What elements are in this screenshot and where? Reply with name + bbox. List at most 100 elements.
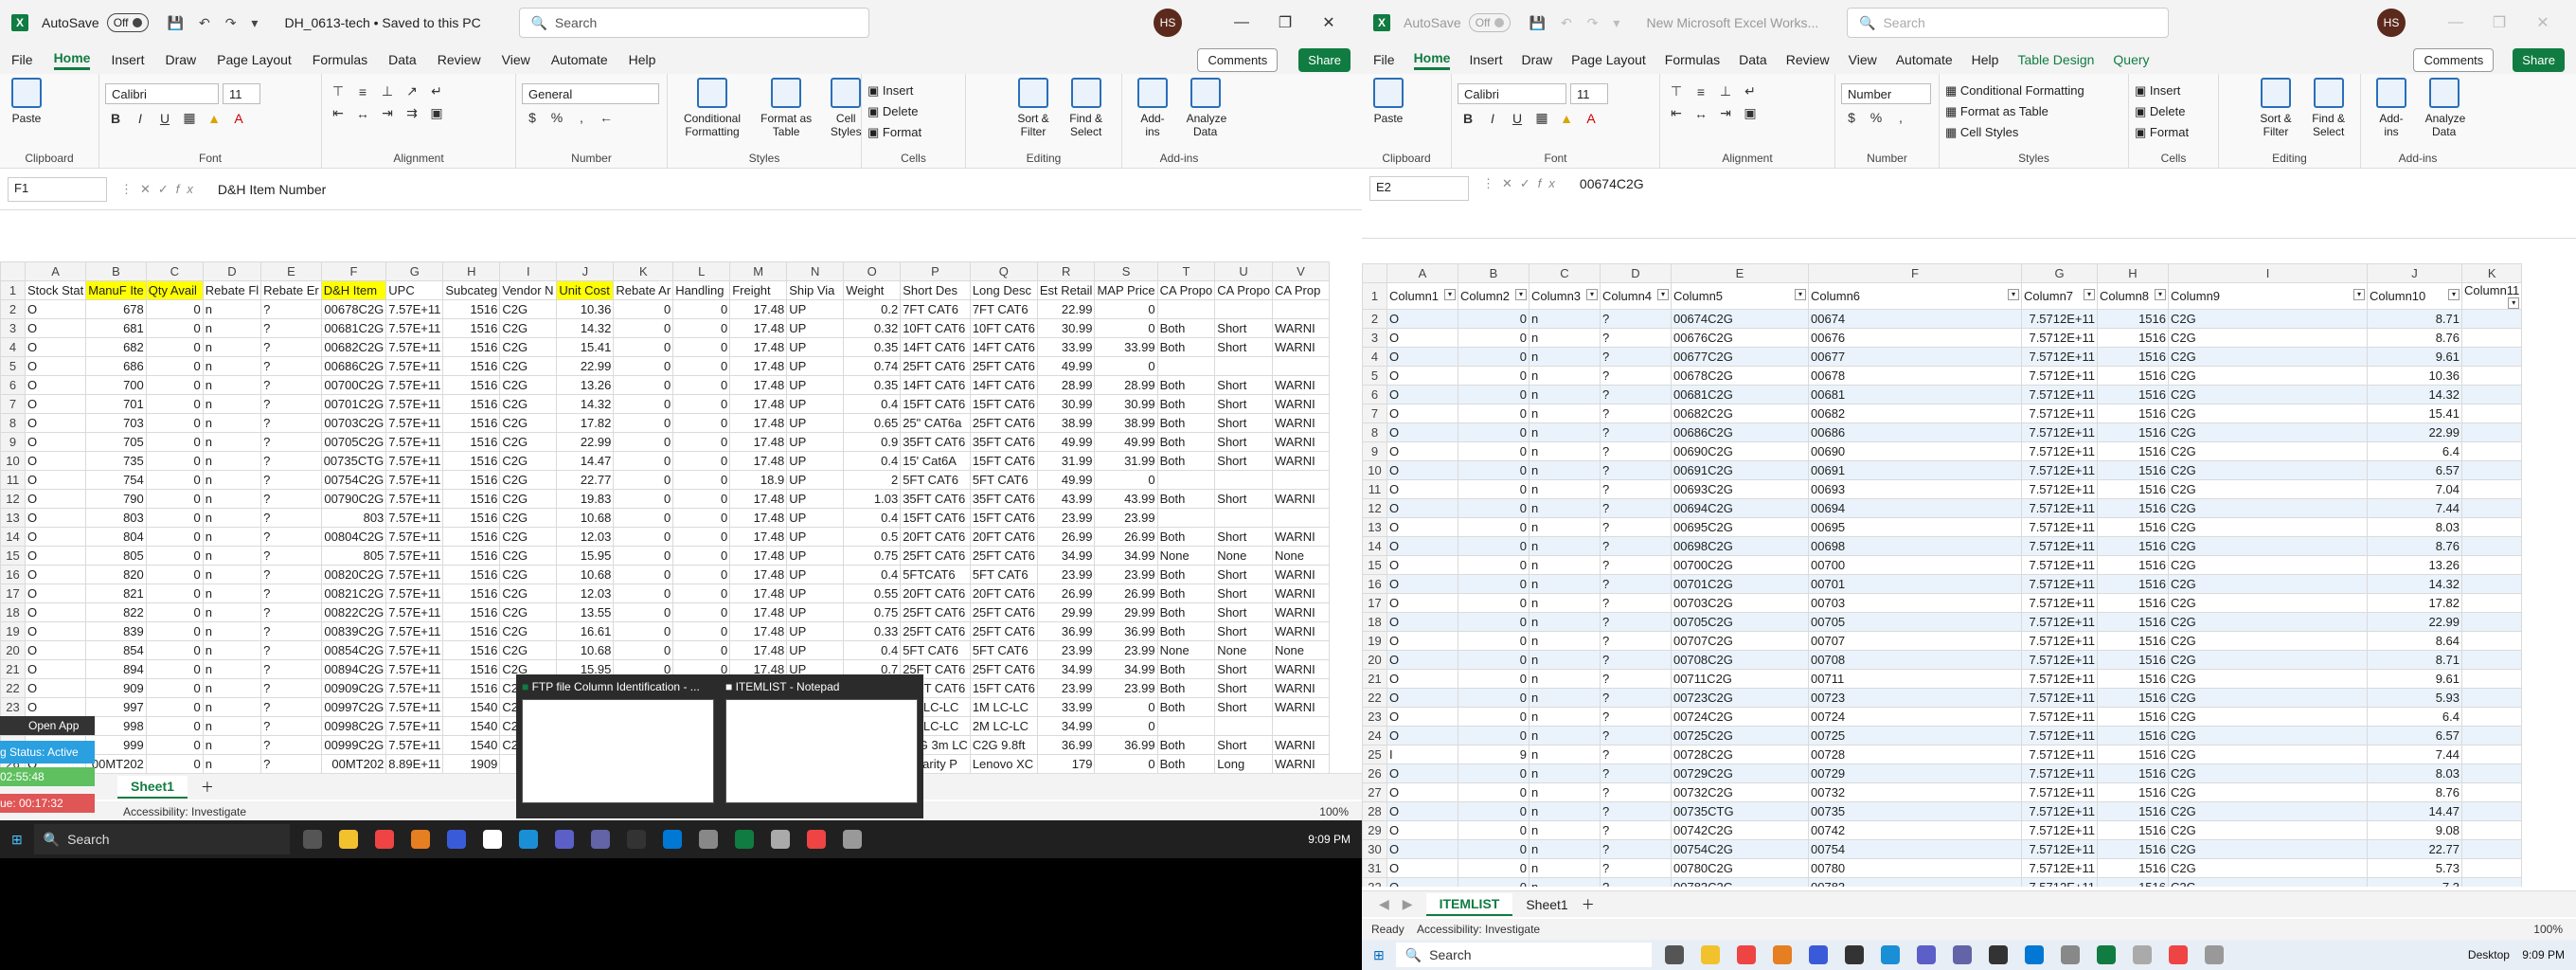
- cell[interactable]: 7.57E+11: [385, 678, 444, 698]
- cell[interactable]: Short: [1214, 489, 1273, 509]
- row-header[interactable]: 17: [0, 584, 26, 603]
- cell[interactable]: 00705: [1808, 612, 2022, 632]
- cell[interactable]: 10FT CAT6: [900, 318, 971, 338]
- cell[interactable]: Short: [1214, 413, 1273, 433]
- cell[interactable]: 0: [1458, 726, 1530, 745]
- cell[interactable]: [2460, 574, 2523, 594]
- cell[interactable]: n: [202, 375, 262, 395]
- cell[interactable]: O: [1386, 309, 1458, 329]
- cell[interactable]: n: [1529, 347, 1601, 367]
- cell[interactable]: None: [1214, 640, 1273, 660]
- cell[interactable]: O: [1386, 650, 1458, 670]
- row-header[interactable]: 23: [1362, 707, 1387, 727]
- cell[interactable]: ?: [260, 489, 322, 509]
- cell[interactable]: Short: [1214, 432, 1273, 452]
- header-cell[interactable]: D&H Item: [320, 280, 387, 300]
- filter-dropdown-icon[interactable]: ▾: [2448, 289, 2460, 300]
- cell[interactable]: ?: [1600, 536, 1672, 556]
- cell[interactable]: C2G: [2168, 763, 2368, 783]
- cell[interactable]: O: [24, 546, 87, 566]
- cell[interactable]: O: [1386, 707, 1458, 727]
- cell[interactable]: 00707C2G: [1671, 631, 1809, 651]
- cell[interactable]: n: [1529, 536, 1601, 556]
- cell[interactable]: n: [202, 451, 262, 471]
- name-box[interactable]: F1: [8, 176, 107, 202]
- filter-dropdown-icon[interactable]: ▾: [1586, 289, 1598, 300]
- cell[interactable]: 00783C2G: [1671, 877, 1809, 887]
- cell[interactable]: 0: [145, 640, 204, 660]
- cell[interactable]: O: [1386, 726, 1458, 745]
- cell[interactable]: C2G: [2168, 612, 2368, 632]
- column-header[interactable]: M: [729, 261, 788, 281]
- cell[interactable]: [2460, 612, 2523, 632]
- cell[interactable]: ?: [1600, 877, 1672, 887]
- avatar[interactable]: HS: [1154, 9, 1182, 37]
- file-explorer-icon[interactable]: [1700, 945, 1720, 964]
- cell[interactable]: 1516: [2097, 631, 2169, 651]
- cell[interactable]: Both: [1156, 413, 1216, 433]
- cell[interactable]: 0: [1458, 347, 1530, 367]
- cell[interactable]: 0: [1458, 707, 1530, 727]
- align-right-icon[interactable]: ⇥: [377, 105, 398, 121]
- cell[interactable]: O: [24, 451, 87, 471]
- cell[interactable]: 7.5712E+11: [2021, 745, 2098, 764]
- cell[interactable]: 7.57E+11: [385, 527, 444, 547]
- cell[interactable]: n: [1529, 707, 1601, 727]
- cell[interactable]: [2460, 441, 2523, 461]
- cell[interactable]: 1516: [442, 640, 501, 660]
- cell[interactable]: 7.5712E+11: [2021, 404, 2098, 423]
- cell[interactable]: O: [1386, 669, 1458, 689]
- cell[interactable]: 998: [85, 716, 147, 736]
- cell[interactable]: O: [1386, 612, 1458, 632]
- cell[interactable]: 7.5712E+11: [2021, 877, 2098, 887]
- cell[interactable]: 00674C2G: [1671, 309, 1809, 329]
- cell[interactable]: 17.48: [729, 584, 788, 603]
- cell[interactable]: 00735CTG: [320, 451, 387, 471]
- cell[interactable]: 00708C2G: [1671, 650, 1809, 670]
- cell[interactable]: Short: [1214, 697, 1273, 717]
- cell[interactable]: 7.44: [2367, 498, 2462, 518]
- task-view-icon[interactable]: [1664, 945, 1684, 964]
- cell[interactable]: C2G: [499, 375, 558, 395]
- app-icon[interactable]: [482, 830, 502, 849]
- cell[interactable]: C2G: [2168, 688, 2368, 708]
- cell[interactable]: 0.4: [843, 640, 902, 660]
- edge-icon[interactable]: [518, 830, 538, 849]
- italic-icon[interactable]: I: [130, 111, 151, 126]
- app-icon[interactable]: [1844, 945, 1864, 964]
- cell[interactable]: n: [1529, 460, 1601, 480]
- cell[interactable]: 23.99: [1094, 508, 1158, 528]
- cell[interactable]: 1516: [442, 584, 501, 603]
- zoom-icon[interactable]: [1808, 945, 1828, 964]
- font-color-icon[interactable]: A: [1581, 111, 1601, 126]
- cell[interactable]: 00742: [1808, 820, 2022, 840]
- cell[interactable]: 00742C2G: [1671, 820, 1809, 840]
- cell[interactable]: UP: [786, 470, 845, 490]
- cell[interactable]: C2G: [2168, 498, 2368, 518]
- percent-icon[interactable]: %: [1866, 110, 1887, 125]
- close-icon[interactable]: ✕: [1307, 13, 1351, 32]
- cell[interactable]: 1516: [442, 659, 501, 679]
- desktop-label[interactable]: Desktop: [2468, 948, 2510, 961]
- cell[interactable]: 34.99: [1094, 546, 1158, 566]
- cell[interactable]: C2G: [2168, 422, 2368, 442]
- cell[interactable]: 1516: [442, 451, 501, 471]
- cell[interactable]: C2G: [2168, 574, 2368, 594]
- cell[interactable]: ?: [260, 527, 322, 547]
- cell[interactable]: 7.57E+11: [385, 697, 444, 717]
- cell[interactable]: WARNI: [1271, 678, 1330, 698]
- cell[interactable]: C2G: [499, 602, 558, 622]
- tab-formulas[interactable]: Formulas: [313, 52, 367, 67]
- number-format-select[interactable]: Number: [1841, 83, 1931, 104]
- row-header[interactable]: 14: [0, 527, 26, 547]
- cell[interactable]: O: [1386, 820, 1458, 840]
- cell[interactable]: n: [202, 432, 262, 452]
- cell[interactable]: O: [24, 375, 87, 395]
- cell[interactable]: 19.83: [556, 489, 615, 509]
- close-icon[interactable]: ✕: [2521, 13, 2565, 32]
- cell[interactable]: 7.57E+11: [385, 318, 444, 338]
- cell[interactable]: 25FT CAT6: [900, 356, 971, 376]
- cell[interactable]: 0: [613, 565, 674, 584]
- formula-input[interactable]: D&H Item Number: [214, 182, 1362, 197]
- cell[interactable]: 0: [672, 527, 731, 547]
